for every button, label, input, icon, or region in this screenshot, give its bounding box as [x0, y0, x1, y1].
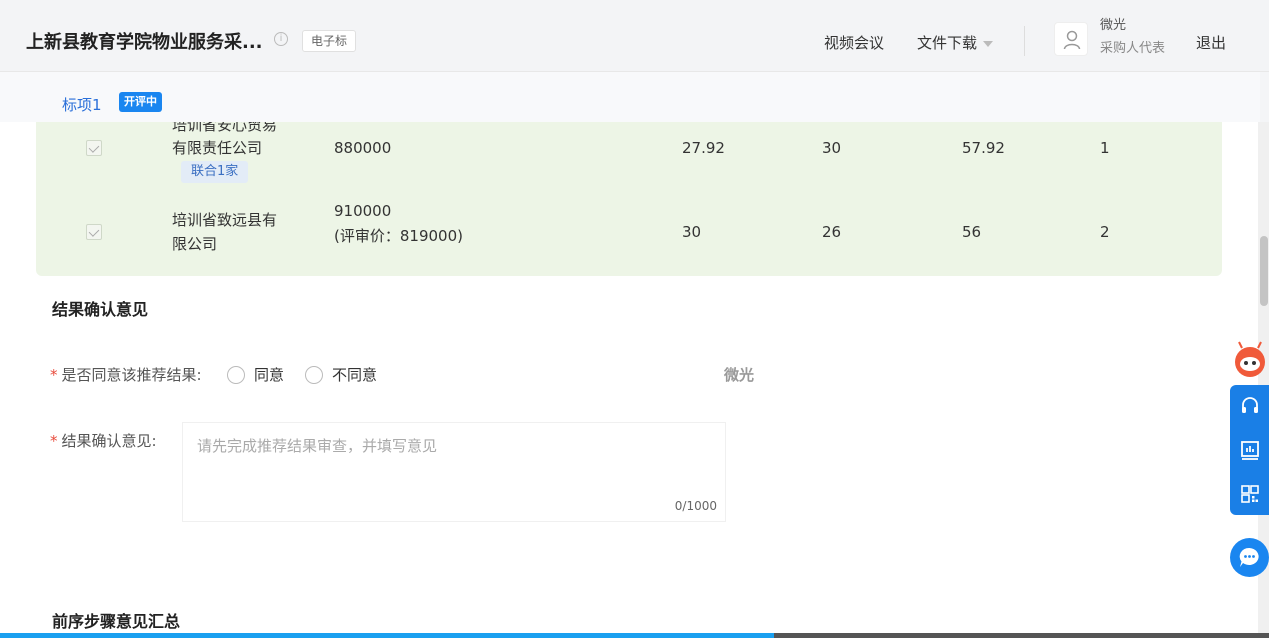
assistant-mascot-icon[interactable] — [1230, 340, 1269, 380]
table-row: 培训省致远县有 限公司 910000 (评审价：819000) 30 26 56… — [36, 190, 1222, 276]
floating-toolbar — [1230, 385, 1269, 515]
company-name-line1: 培训省致远县有 — [172, 211, 278, 229]
score-b: 26 — [822, 223, 842, 241]
row-checkbox[interactable] — [86, 224, 102, 240]
chart-icon[interactable] — [1239, 439, 1261, 461]
total-score: 57.92 — [962, 139, 1005, 157]
row-checkbox[interactable] — [86, 140, 102, 156]
project-title: 上新县教育学院物业服务采... — [26, 32, 263, 53]
logout-button[interactable]: 退出 — [1196, 32, 1226, 53]
progress-fill — [0, 633, 775, 638]
chevron-down-icon — [983, 40, 994, 47]
tab-bar: 标项1 开评中 — [0, 72, 1260, 122]
progress-bar[interactable] — [0, 633, 1269, 638]
radio-disagree[interactable] — [305, 366, 323, 384]
opinion-placeholder: 请先完成推荐结果审查，并填写意见 — [197, 437, 438, 455]
union-tag: 联合1家 — [181, 161, 249, 183]
video-meeting-button[interactable]: 视频会议 — [824, 32, 884, 53]
tab-lot-1[interactable]: 标项1 — [62, 94, 102, 115]
score-b: 30 — [822, 139, 842, 157]
char-counter: 0/1000 — [674, 499, 717, 513]
user-name: 微光 — [1100, 18, 1127, 33]
company-name-line2: 限公司 — [172, 235, 218, 253]
agree-label: * 是否同意该推荐结果: — [50, 364, 202, 385]
radio-disagree-label[interactable]: 不同意 — [332, 364, 377, 385]
file-download-label: 文件下载 — [917, 34, 978, 52]
opinion-label-text: 结果确认意见: — [61, 432, 157, 450]
status-badge: 开评中 — [119, 92, 162, 112]
qrcode-icon[interactable] — [1239, 483, 1261, 505]
scrollbar-thumb[interactable] — [1260, 236, 1268, 306]
rank: 1 — [1100, 139, 1110, 157]
section-title-confirm: 结果确认意见 — [52, 300, 149, 319]
opinion-label: * 结果确认意见: — [50, 430, 157, 451]
company-name-line1: 培训省安心贸易 — [172, 122, 278, 134]
header-divider — [1024, 26, 1025, 56]
radio-agree[interactable] — [227, 366, 245, 384]
bid-type-tag: 电子标 — [302, 30, 357, 52]
required-mark: * — [50, 366, 58, 384]
info-icon[interactable]: i — [274, 32, 288, 46]
chat-icon — [1239, 547, 1259, 567]
score-a: 27.92 — [682, 139, 725, 157]
radio-agree-label[interactable]: 同意 — [254, 364, 284, 385]
rank: 2 — [1100, 223, 1110, 241]
results-table: 培训省安心贸易 有限责任公司 联合1家 880000 27.92 30 57.9… — [36, 122, 1222, 276]
table-row: 培训省安心贸易 有限责任公司 联合1家 880000 27.92 30 57.9… — [36, 122, 1222, 190]
company-name-line2: 有限责任公司 — [172, 139, 263, 157]
headset-icon[interactable] — [1239, 395, 1261, 417]
score-a: 30 — [682, 223, 702, 241]
file-download-menu[interactable]: 文件下载 — [917, 32, 994, 53]
avatar[interactable] — [1054, 22, 1088, 56]
user-role: 采购人代表 — [1100, 41, 1166, 56]
total-score: 56 — [962, 223, 982, 241]
watermark: 微光 — [724, 366, 755, 384]
review-price-note: (评审价：819000) — [334, 227, 463, 245]
section-title-summary: 前序步骤意见汇总 — [52, 612, 181, 631]
top-header: 上新县教育学院物业服务采... i 电子标 视频会议 文件下载 微光 采购人代表… — [0, 0, 1269, 72]
required-mark: * — [50, 432, 58, 450]
opinion-textarea[interactable]: 请先完成推荐结果审查，并填写意见 0/1000 — [182, 422, 726, 522]
bid-price: 910000 — [334, 202, 392, 220]
user-icon — [1063, 30, 1081, 50]
agree-label-text: 是否同意该推荐结果: — [61, 366, 202, 384]
bid-price: 880000 — [334, 139, 392, 157]
chat-button[interactable] — [1230, 538, 1269, 577]
main-content: 培训省安心贸易 有限责任公司 联合1家 880000 27.92 30 57.9… — [0, 122, 1258, 638]
